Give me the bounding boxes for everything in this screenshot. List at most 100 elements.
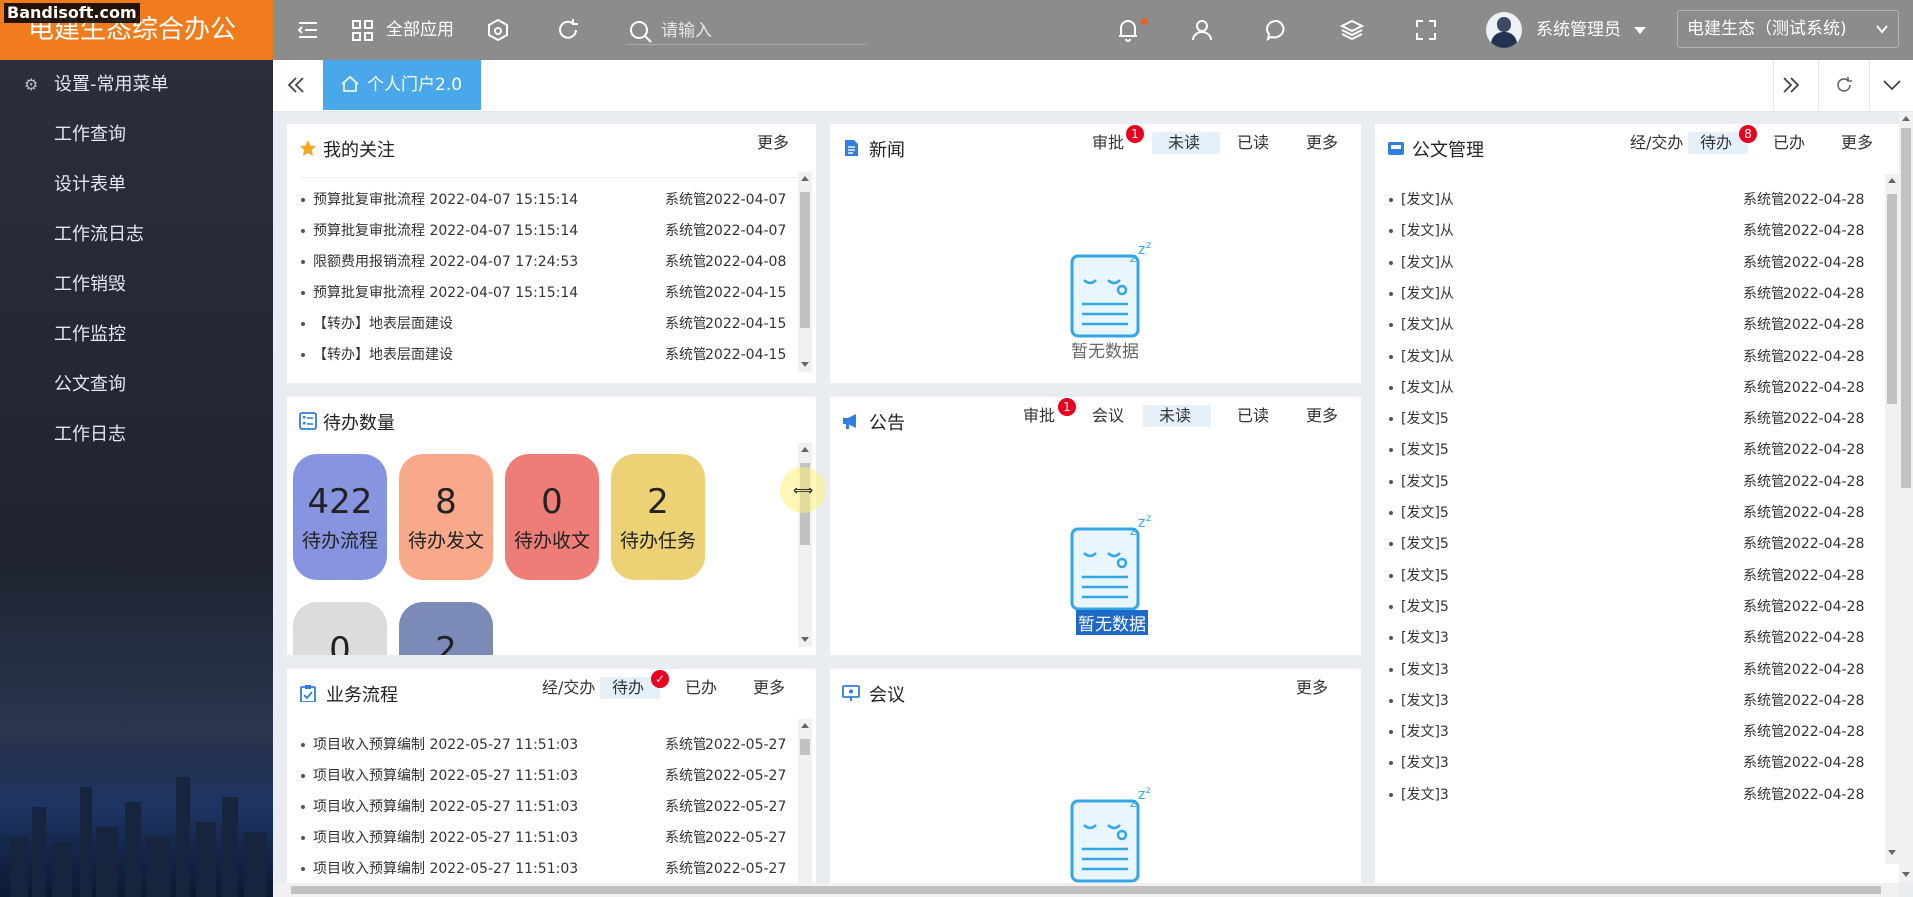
system-select[interactable]: 电建生态（测试系统) bbox=[1677, 10, 1899, 48]
item-date: 2022-05-27 bbox=[705, 732, 787, 758]
list-item[interactable]: 项目收入预算编制 2022-05-27 11:51:03 系统管理员 2022-05… bbox=[301, 825, 801, 851]
contacts-icon[interactable] bbox=[1190, 18, 1214, 42]
list-item[interactable]: [发文]3 系统管理员 2022-04-28 bbox=[1389, 687, 1879, 714]
list-item[interactable]: 【转办】地表层面建设 系统管理员 2022-04-15 bbox=[301, 311, 801, 337]
list-item[interactable]: [发文]3 系统管理员 2022-04-28 bbox=[1389, 750, 1879, 777]
sidebar-item-label: 设计表单 bbox=[54, 174, 126, 195]
list-item[interactable]: [发文]从 系统管理员 2022-04-28 bbox=[1389, 312, 1879, 339]
list-item[interactable]: [发文]从 系统管理员 2022-04-28 bbox=[1389, 374, 1879, 401]
list-item[interactable]: [发文]5 系统管理员 2022-04-28 bbox=[1389, 406, 1879, 433]
tab-unread[interactable]: 未读 bbox=[1152, 132, 1220, 154]
item-date: 2022-04-28 bbox=[1783, 374, 1865, 401]
tab-read[interactable]: 已读 bbox=[1229, 405, 1277, 427]
list-item[interactable]: [发文]从 系统管理员 2022-04-28 bbox=[1389, 187, 1879, 213]
tile-extra-2[interactable]: 2 bbox=[399, 602, 493, 655]
tab-handle[interactable]: 经/交办 bbox=[534, 677, 603, 699]
sidebar-item-settings[interactable]: ⚙ 设置-常用菜单 bbox=[0, 60, 273, 110]
list-item[interactable]: [发文]3 系统管理员 2022-04-28 bbox=[1389, 656, 1879, 683]
list-item[interactable]: [发文]从 系统管理员 2022-04-28 bbox=[1389, 249, 1879, 276]
tab-review[interactable]: 审批 bbox=[1084, 132, 1132, 154]
tab-handle[interactable]: 经/交办 bbox=[1622, 132, 1691, 154]
double-chevron-left-icon[interactable] bbox=[287, 76, 305, 94]
home-icon bbox=[341, 75, 359, 92]
page-scrollbar-horizontal[interactable] bbox=[273, 883, 1899, 897]
list-item[interactable]: 预算批复审批流程 2022-04-07 15:15:14 系统管理员 2022-04… bbox=[301, 218, 801, 244]
sidebar-item-workflow-log[interactable]: 工作流日志 bbox=[0, 210, 273, 260]
list-item[interactable]: 【转办】地表层面建设 系统管理员 2022-04-15 bbox=[301, 342, 801, 368]
item-text: 预算批复审批流程 2022-04-07 15:15:14 bbox=[313, 223, 579, 239]
more-link[interactable]: 更多 bbox=[1833, 132, 1881, 154]
tab-unread[interactable]: 未读 bbox=[1143, 405, 1211, 427]
more-link[interactable]: 更多 bbox=[745, 677, 793, 699]
list-item[interactable]: 预算批复审批流程 2022-04-07 15:15:14 系统管理员 2022-04… bbox=[301, 187, 801, 213]
item-text: 预算批复审批流程 2022-04-07 15:15:14 bbox=[313, 285, 579, 301]
more-link[interactable]: 更多 bbox=[1298, 405, 1346, 427]
tile-todo-process[interactable]: 422 待办流程 bbox=[293, 454, 387, 580]
refresh-icon[interactable] bbox=[556, 18, 580, 42]
double-chevron-right-icon[interactable] bbox=[1782, 76, 1800, 94]
tab-personal-portal[interactable]: 个人门户2.0 bbox=[323, 60, 481, 110]
sidebar-item-design-form[interactable]: 设计表单 bbox=[0, 160, 273, 210]
list-item[interactable]: [发文]从 系统管理员 2022-04-28 bbox=[1389, 218, 1879, 245]
list-item[interactable]: 限额费用报销流程 2022-04-07 17:24:53 系统管理员 2022-04… bbox=[301, 249, 801, 275]
page-scrollbar-vertical[interactable] bbox=[1899, 112, 1913, 883]
list-item[interactable]: 预算批复审批流程 2022-04-07 15:15:14 系统管理员 2022-04… bbox=[301, 280, 801, 306]
bell-icon[interactable] bbox=[1116, 18, 1140, 42]
list-item[interactable]: 项目收入预算编制 2022-05-27 11:51:03 系统管理员 2022-05… bbox=[301, 732, 801, 758]
sidebar-item-work-query[interactable]: 工作查询 bbox=[0, 110, 273, 160]
sleeping-document-icon: z z z bbox=[1070, 787, 1150, 883]
chat-icon[interactable] bbox=[1265, 18, 1289, 42]
tile-todo-receive[interactable]: 0 待办收文 bbox=[505, 454, 599, 580]
scrollbar[interactable] bbox=[798, 719, 812, 884]
svg-text:z: z bbox=[1138, 242, 1145, 258]
panel-title: 公文管理 bbox=[1412, 140, 1484, 161]
tab-meeting[interactable]: 会议 bbox=[1084, 405, 1132, 427]
list-item[interactable]: [发文]5 系统管理员 2022-04-28 bbox=[1389, 437, 1879, 464]
sidebar-item-doc-query[interactable]: 公文查询 bbox=[0, 360, 273, 410]
list-item[interactable]: 项目收入预算编制 2022-05-27 11:51:03 系统管理员 2022-05… bbox=[301, 856, 801, 882]
item-date: 2022-04-28 bbox=[1783, 781, 1865, 808]
list-item[interactable]: [发文]5 系统管理员 2022-04-28 bbox=[1389, 593, 1879, 620]
chevron-down-icon[interactable] bbox=[1883, 78, 1901, 92]
avatar[interactable] bbox=[1486, 12, 1522, 48]
more-link[interactable]: 更多 bbox=[749, 132, 797, 154]
sidebar-item-work-monitor[interactable]: 工作监控 bbox=[0, 310, 273, 360]
tab-read[interactable]: 已读 bbox=[1229, 132, 1277, 154]
list-item[interactable]: [发文]从 系统管理员 2022-04-28 bbox=[1389, 280, 1879, 307]
list-item[interactable]: [发文]5 系统管理员 2022-04-28 bbox=[1389, 531, 1879, 558]
todo-badge: 8 bbox=[1739, 125, 1757, 143]
reload-tab-icon[interactable] bbox=[1835, 76, 1853, 94]
more-link[interactable]: 更多 bbox=[1288, 677, 1336, 699]
tile-extra-1[interactable]: 0 bbox=[293, 602, 387, 655]
sidebar-item-work-diary[interactable]: 工作日志 bbox=[0, 410, 273, 460]
item-text: [发文]5 bbox=[1401, 505, 1449, 521]
list-item[interactable]: [发文]3 系统管理员 2022-04-28 bbox=[1389, 625, 1879, 652]
user-menu[interactable]: 系统管理员 bbox=[1536, 0, 1647, 60]
list-item[interactable]: [发文]5 系统管理员 2022-04-28 bbox=[1389, 468, 1879, 495]
list-item[interactable]: 项目收入预算编制 2022-05-27 11:51:03 系统管理员 2022-05… bbox=[301, 794, 801, 820]
list-item[interactable]: [发文]5 系统管理员 2022-04-28 bbox=[1389, 500, 1879, 526]
tab-done[interactable]: 已办 bbox=[677, 677, 725, 699]
scrollbar[interactable] bbox=[1885, 174, 1899, 864]
item-date: 2022-05-27 bbox=[705, 856, 787, 882]
all-apps-button[interactable]: 全部应用 bbox=[352, 0, 454, 60]
tab-done[interactable]: 已办 bbox=[1765, 132, 1813, 154]
more-link[interactable]: 更多 bbox=[1298, 132, 1346, 154]
tile-todo-send[interactable]: 8 待办发文 bbox=[399, 454, 493, 580]
list-item[interactable]: [发文]3 系统管理员 2022-04-28 bbox=[1389, 719, 1879, 746]
layers-icon[interactable] bbox=[1340, 18, 1364, 42]
item-date: 2022-04-28 bbox=[1783, 593, 1865, 620]
fullscreen-icon[interactable] bbox=[1414, 18, 1438, 42]
tile-todo-task[interactable]: 2 待办任务 bbox=[611, 454, 705, 580]
list-item[interactable]: 项目收入预算编制 2022-05-27 11:51:03 系统管理员 2022-05… bbox=[301, 763, 801, 789]
menu-collapse-icon[interactable] bbox=[296, 18, 320, 42]
dashboard-icon[interactable] bbox=[486, 18, 510, 42]
list-item[interactable]: [发文]从 系统管理员 2022-04-28 bbox=[1389, 343, 1879, 370]
search-input[interactable] bbox=[661, 19, 861, 43]
list-item[interactable]: [发文]5 系统管理员 2022-04-28 bbox=[1389, 562, 1879, 589]
system-select-value: 电建生态（测试系统) bbox=[1687, 19, 1847, 39]
list-item[interactable]: [发文]3 系统管理员 2022-04-28 bbox=[1389, 781, 1879, 808]
tab-review[interactable]: 审批 bbox=[1015, 405, 1063, 427]
scrollbar[interactable] bbox=[798, 172, 812, 372]
sidebar-item-work-destroy[interactable]: 工作销毁 bbox=[0, 260, 273, 310]
